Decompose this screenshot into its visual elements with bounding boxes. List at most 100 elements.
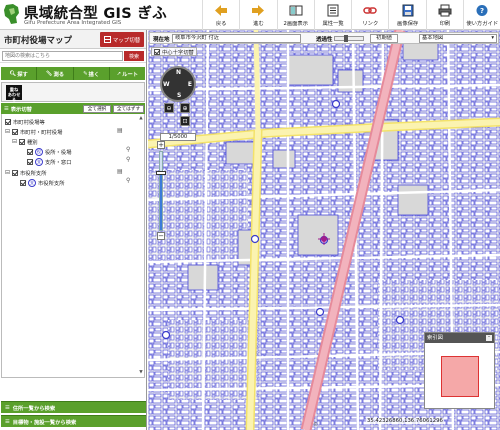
scroll-up-icon[interactable]: ▲ — [138, 116, 144, 121]
index-map-panel[interactable]: 索引図 – — [424, 332, 495, 409]
overlay-label: 重ね あわせる — [7, 87, 21, 102]
facility-search-label: 目標物・施設一覧から検索 — [12, 419, 77, 426]
tree-row-branch[interactable]: 支 支所・窓口 — [27, 157, 72, 166]
layer-checkbox[interactable] — [19, 138, 25, 145]
minimize-icon[interactable]: – — [486, 335, 492, 341]
split-screen-button[interactable]: 2画面表示 — [276, 0, 314, 30]
forward-button[interactable]: 進む — [239, 0, 276, 30]
zoom-to-layer-icon[interactable]: ⚲ — [126, 177, 130, 184]
tab-measure-label: 測る — [53, 71, 65, 78]
tree-row-city-branch[interactable]: ⊟ 市役所支所 — [5, 168, 47, 177]
svg-text:?: ? — [480, 7, 484, 15]
split-screen-label: 2画面表示 — [283, 20, 309, 27]
save-image-button[interactable]: 画像保存 — [388, 0, 425, 30]
zoom-in-button[interactable]: + — [157, 141, 165, 149]
overlay-section: 重ね あわせる — [1, 82, 145, 102]
back-button[interactable]: 戻る — [202, 0, 239, 30]
coordinates-readout: 35.42326860,136.76061296 — [366, 418, 444, 424]
layer-checkbox[interactable] — [12, 169, 18, 176]
app-header: 県域統合型 GIS ぎふ Gifu Prefecture Area Integr… — [0, 0, 500, 30]
tool-tabs: 🔍︎ 探す 📏︎ 測る ✎ 描く ➚ ルート — [1, 67, 145, 80]
address-search-link[interactable]: ☰ 住所一覧から検索 — [1, 401, 146, 413]
zoom-in-area-button[interactable]: ⊕ — [180, 103, 190, 113]
select-all-button[interactable]: 全て選択 — [83, 104, 111, 113]
layer-checkbox[interactable] — [12, 128, 18, 135]
zoom-to-layer-icon[interactable]: ⚲ — [126, 156, 130, 163]
map-search-bar: 検索 — [0, 49, 146, 63]
pan-south-button[interactable]: S — [177, 92, 181, 99]
layer-info-icon[interactable]: ▤ — [117, 168, 123, 175]
facility-search-link[interactable]: ☰ 目標物・施設一覧から検索 — [1, 415, 146, 427]
map-view[interactable]: 現在地 岐阜市今沢町 付近 透過性 初期値 基本地図 ▾ 中心十字切替 N W … — [148, 30, 500, 430]
guide-label: 使い方ガイド — [466, 20, 499, 27]
tab-route[interactable]: ➚ ルート — [110, 67, 145, 80]
tree-row-type[interactable]: ⊟ 種別 — [12, 137, 38, 146]
crosshair-checkbox[interactable] — [154, 48, 160, 55]
tree-row-municipal-office[interactable]: ⊟ 市町村・町村役場 — [5, 127, 62, 136]
reset-transparency-button[interactable]: 初期値 — [370, 34, 398, 43]
guide-button[interactable]: ? 使い方ガイド — [463, 0, 500, 30]
sidebar-titlebar: 市町村役場マップ マップ切替 — [0, 30, 146, 49]
zoom-out-icon: ⊖ — [166, 104, 172, 112]
layer-checkbox[interactable] — [27, 158, 33, 165]
layer-checkbox[interactable] — [20, 179, 26, 186]
guide-icon: ? — [476, 4, 488, 16]
tree-row-city-branch-item[interactable]: 支 市役所支所 — [20, 178, 65, 187]
index-map-extent[interactable] — [441, 356, 479, 397]
map-switch-label: マップ切替 — [112, 37, 141, 44]
pan-west-button[interactable]: W — [163, 81, 170, 88]
scale-display[interactable]: 1/5000 — [160, 133, 196, 141]
scroll-down-icon[interactable]: ▼ — [138, 370, 144, 375]
map-search-input[interactable] — [2, 51, 123, 61]
tab-measure[interactable]: 📏︎ 測る — [37, 67, 74, 80]
transparency-slider-knob[interactable] — [344, 35, 349, 42]
tree-label: 市町村・町村役場 — [20, 129, 63, 136]
tab-search[interactable]: 🔍︎ 探す — [1, 67, 38, 80]
back-label: 戻る — [215, 20, 227, 27]
transparency-slider[interactable] — [334, 35, 364, 42]
save-image-label: 画像保存 — [397, 20, 419, 27]
layer-tree: 市町村役場等 ⊟ 市町村・町村役場 ▤ ⊟ 種別 役 役所・役場 ⚲ 支 支所・… — [1, 114, 145, 378]
layer-checkbox[interactable] — [27, 148, 33, 155]
attribute-list-icon — [327, 4, 339, 16]
tree-label: 種別 — [27, 139, 38, 146]
index-map-titlebar: 索引図 – — [425, 333, 494, 343]
print-label: 印刷 — [439, 20, 451, 27]
location-label: 現在地 — [153, 37, 170, 43]
zoom-slider-knob[interactable] — [156, 171, 166, 176]
basemap-select[interactable]: 基本地図 ▾ — [419, 34, 497, 43]
zoom-out-area-button[interactable]: ⊖ — [164, 103, 174, 113]
overlay-button[interactable]: 重ね あわせる — [6, 85, 22, 102]
forward-arrow-icon — [252, 4, 265, 16]
print-button[interactable]: 印刷 — [425, 0, 463, 30]
pan-north-button[interactable]: N — [176, 69, 181, 76]
zoom-out-button[interactable]: − — [157, 232, 165, 240]
location-field[interactable]: 岐阜市今沢町 付近 — [172, 34, 301, 43]
app-subtitle: Gifu Prefecture Area Integrated GIS — [24, 20, 122, 26]
collapse-icon[interactable]: ⊟ — [5, 169, 10, 176]
crosshair-toggle[interactable]: 中心十字切替 — [151, 47, 197, 56]
link-button[interactable]: リンク — [351, 0, 388, 30]
layer-checkbox[interactable] — [5, 118, 11, 125]
collapse-icon[interactable]: ⊟ — [5, 128, 10, 135]
map-search-button[interactable]: 検索 — [124, 51, 144, 61]
attribute-list-button[interactable]: 属性一覧 — [313, 0, 351, 30]
collapse-icon[interactable]: ⊟ — [12, 138, 17, 145]
app-logo[interactable]: 県域統合型 GIS ぎふ Gifu Prefecture Area Integr… — [3, 2, 167, 28]
tree-row-root[interactable]: 市町村役場等 — [5, 117, 45, 126]
tab-draw-label: 描く — [88, 71, 100, 78]
zoom-to-layer-icon[interactable]: ⚲ — [126, 146, 130, 153]
layer-info-icon[interactable]: ▤ — [117, 127, 123, 134]
chevron-down-icon: ▾ — [491, 35, 494, 41]
zoom-box-button[interactable]: ⊡ — [180, 116, 190, 126]
deselect-all-button[interactable]: 全てはずす — [113, 104, 144, 113]
tab-draw[interactable]: ✎ 描く — [74, 67, 110, 80]
map-switch-button[interactable]: マップ切替 — [100, 32, 144, 47]
pan-control[interactable]: N W E S — [160, 66, 196, 102]
index-map-title: 索引図 — [427, 335, 443, 341]
zoom-slider[interactable] — [159, 151, 163, 231]
pan-east-button[interactable]: E — [188, 81, 192, 88]
tree-row-office[interactable]: 役 役所・役場 — [27, 147, 72, 156]
main-toolbar: 戻る 進む 2画面表示 属性一覧 リンク 画像保存 印刷 ? 使い方ガイド — [202, 0, 500, 30]
tree-label: 市町村役場等 — [13, 119, 45, 126]
